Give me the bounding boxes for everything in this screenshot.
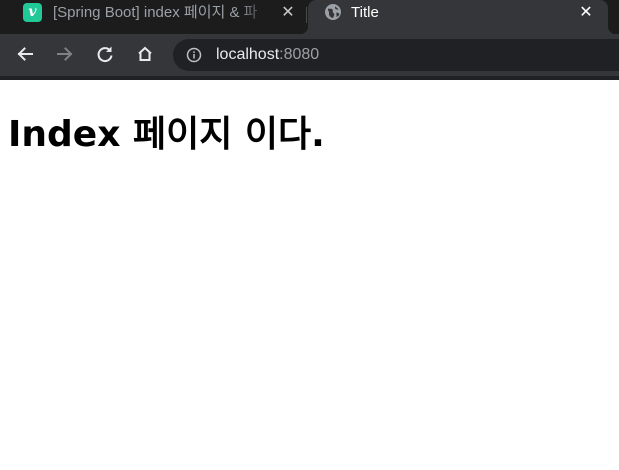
close-icon[interactable]: ✕ [576,2,596,22]
browser-toolbar: localhost:8080 [0,34,619,76]
tab-spring-boot[interactable]: v [Spring Boot] index 페이지 & 파 ✕ [10,0,306,34]
url-host: localhost [216,46,280,63]
page-heading: Index 페이지 이다. [8,114,325,155]
back-arrow-icon[interactable] [11,40,39,68]
info-icon[interactable] [186,47,202,63]
tab-strip: v [Spring Boot] index 페이지 & 파 ✕ Title ✕ [0,0,619,34]
velog-icon: v [23,3,42,22]
globe-icon [324,3,342,21]
url-port: :8080 [279,46,320,63]
tab-title: [Spring Boot] index 페이지 & 파 [53,4,258,21]
forward-arrow-icon[interactable] [51,40,79,68]
address-bar[interactable]: localhost:8080 [173,39,619,71]
tab-title: Title [351,4,379,21]
home-icon[interactable] [131,40,159,68]
browser-window: v [Spring Boot] index 페이지 & 파 ✕ Title ✕ [0,0,619,470]
close-icon[interactable]: ✕ [278,2,298,22]
url-text[interactable]: localhost:8080 [216,45,319,65]
reload-icon[interactable] [91,40,119,68]
tab-title-page[interactable]: Title ✕ [300,0,616,34]
tab-separator [306,7,307,23]
page-viewport: Index 페이지 이다. [0,80,619,470]
